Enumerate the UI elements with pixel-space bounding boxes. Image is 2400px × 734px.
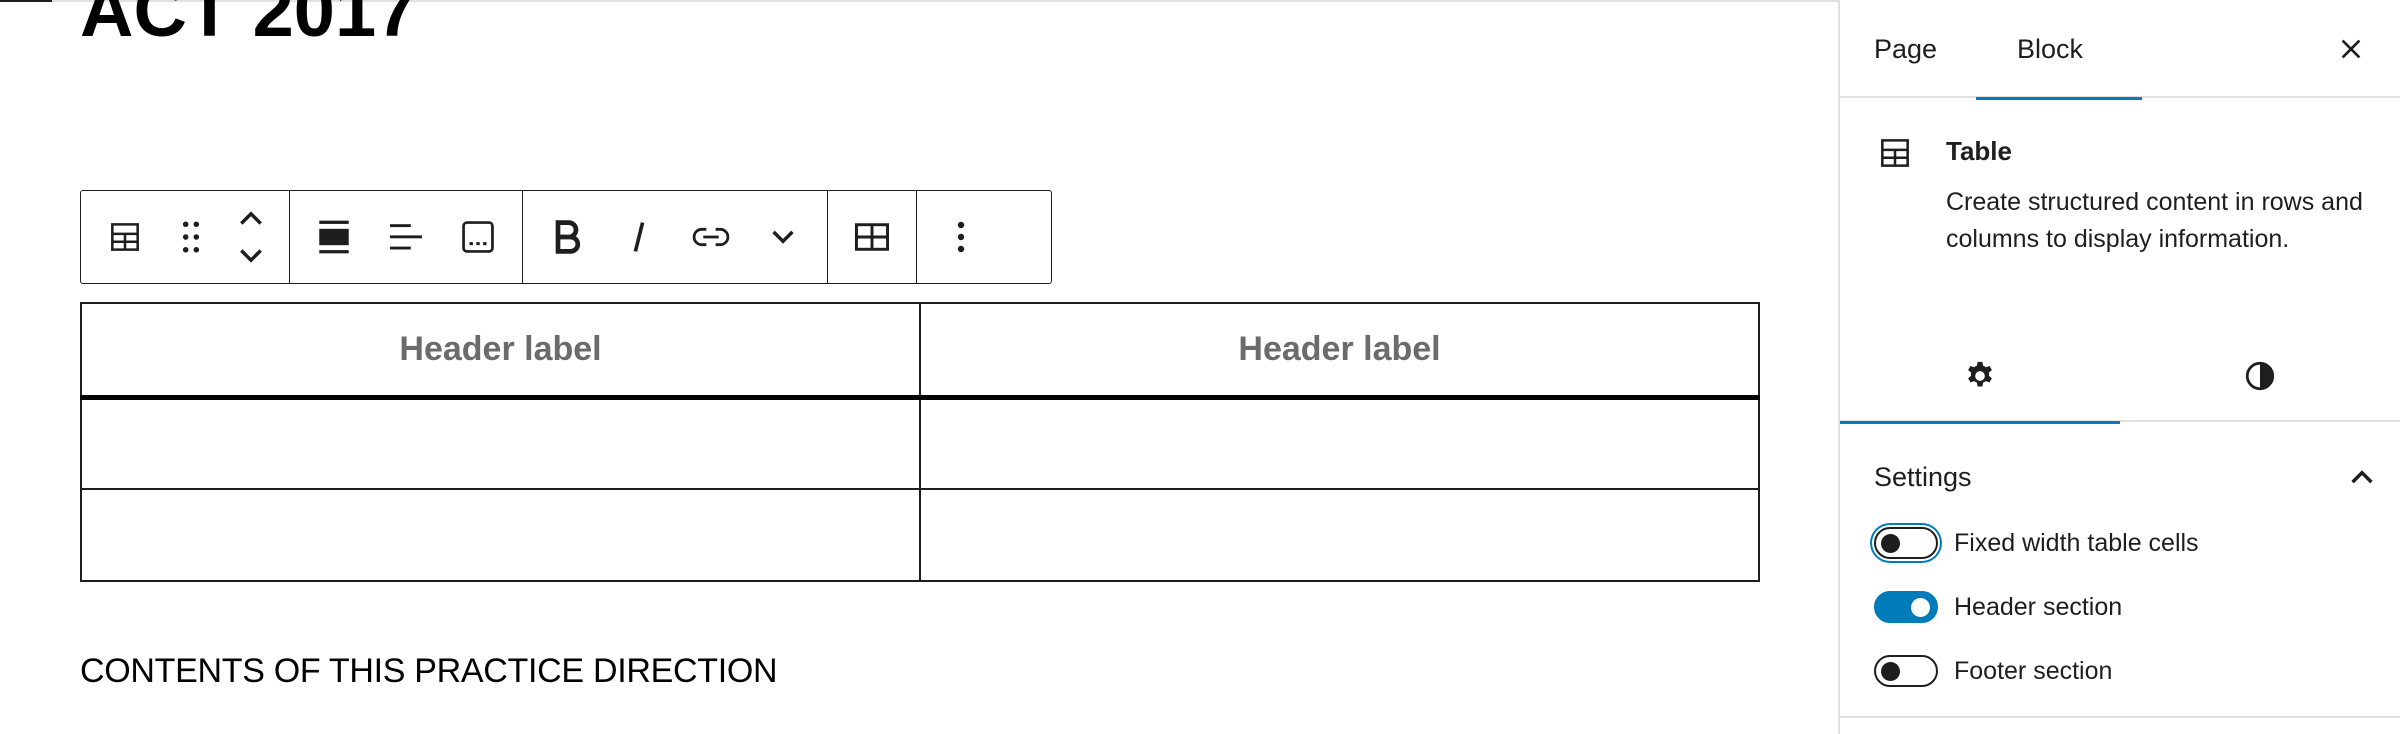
- canvas-top-marker: [0, 0, 52, 2]
- settings-panel: Settings Fixed width table cells Header …: [1840, 424, 2400, 718]
- block-card-title: Table: [1946, 136, 2012, 166]
- caption-icon: [462, 221, 494, 253]
- table-block-switcher-button[interactable]: [89, 192, 161, 282]
- move-up-down-button[interactable]: [221, 192, 281, 282]
- tab-settings[interactable]: [1840, 330, 2120, 424]
- table-icon: [1881, 139, 1909, 167]
- toggle-knob: [1881, 662, 1900, 681]
- footer-section-toggle[interactable]: [1874, 655, 1938, 687]
- edit-table-button[interactable]: [836, 192, 908, 282]
- bold-icon: [555, 220, 581, 254]
- document-paragraph[interactable]: CONTENTS OF THIS PRACTICE DIRECTION: [80, 652, 778, 691]
- editor-canvas: ACT 2017 Header label Header label CONTE…: [0, 0, 1838, 734]
- text-align-button[interactable]: [370, 192, 442, 282]
- tab-styles[interactable]: [2120, 330, 2400, 422]
- block-inspector-tabs: [1840, 330, 2400, 424]
- table-block[interactable]: Header label Header label: [80, 302, 1760, 582]
- settings-panel-title: Settings: [1874, 461, 1972, 492]
- fixed-width-label[interactable]: Fixed width table cells: [1954, 529, 2199, 558]
- footer-section-label[interactable]: Footer section: [1954, 657, 2112, 686]
- drag-handle-button[interactable]: [161, 192, 221, 282]
- table-row: [80, 488, 1760, 582]
- close-icon: [2341, 39, 2361, 59]
- align-left-icon: [390, 224, 422, 250]
- align-button[interactable]: [298, 192, 370, 282]
- toggle-row-fixed-width: Fixed width table cells: [1874, 523, 2374, 563]
- document-heading[interactable]: ACT 2017: [80, 0, 417, 48]
- tab-page-label: Page: [1874, 33, 1938, 64]
- toggle-knob: [1881, 534, 1900, 553]
- sidebar-tabs: Page Block: [1840, 0, 2400, 100]
- settings-panel-toggle[interactable]: Settings: [1874, 454, 2374, 500]
- table-cell[interactable]: [80, 396, 921, 490]
- settings-sidebar: Page Block Table Create structured conte…: [1838, 0, 2400, 734]
- table-cell[interactable]: [919, 488, 1760, 582]
- table: Header label Header label: [80, 302, 1760, 582]
- table-icon: [111, 223, 139, 251]
- table-header-row: Header label Header label: [80, 302, 1760, 400]
- caption-button[interactable]: [442, 192, 514, 282]
- link-button[interactable]: [675, 192, 747, 282]
- toolbar-group-options: [917, 191, 1005, 283]
- header-section-label[interactable]: Header section: [1954, 593, 2122, 622]
- link-icon: [692, 227, 730, 247]
- more-formatting-button[interactable]: [747, 192, 819, 282]
- close-sidebar-button[interactable]: [2332, 30, 2370, 68]
- table-header-cell[interactable]: Header label: [919, 302, 1760, 400]
- tab-page[interactable]: Page: [1874, 0, 1970, 98]
- more-options-icon: [957, 221, 965, 253]
- toolbar-group-table: [828, 191, 917, 283]
- toolbar-group-formatting: [523, 191, 828, 283]
- toggle-row-header-section: Header section: [1874, 587, 2374, 627]
- toggle-row-footer-section: Footer section: [1874, 651, 2374, 691]
- block-card-icon-wrap: [1876, 134, 1914, 177]
- toggle-knob: [1911, 598, 1930, 617]
- chevron-up-icon: [2351, 470, 2373, 484]
- table-header-cell[interactable]: Header label: [80, 302, 921, 400]
- bold-button[interactable]: [531, 192, 603, 282]
- toolbar-group-alignment: [290, 191, 523, 283]
- tab-block-label: Block: [2016, 33, 2084, 64]
- header-section-toggle[interactable]: [1874, 591, 1938, 623]
- chevron-down-icon: [772, 230, 794, 244]
- italic-icon: [633, 222, 645, 252]
- table-row: [80, 396, 1760, 490]
- gear-icon: [1968, 361, 1992, 387]
- drag-handle-icon: [182, 221, 200, 253]
- block-options-button[interactable]: [925, 192, 997, 282]
- table-cell[interactable]: [919, 396, 1760, 490]
- fixed-width-toggle[interactable]: [1874, 527, 1938, 559]
- align-wide-icon: [319, 220, 349, 254]
- block-toolbar: [80, 190, 1052, 284]
- table-cell[interactable]: [80, 488, 921, 582]
- italic-button[interactable]: [603, 192, 675, 282]
- block-card-description: Create structured content in rows and co…: [1946, 188, 2363, 253]
- tab-block[interactable]: Block: [1976, 0, 2142, 100]
- toolbar-group-block: [81, 191, 290, 283]
- half-circle-styles-icon: [2245, 361, 2275, 391]
- edit-table-icon: [854, 223, 890, 251]
- move-up-down-icon: [240, 211, 262, 263]
